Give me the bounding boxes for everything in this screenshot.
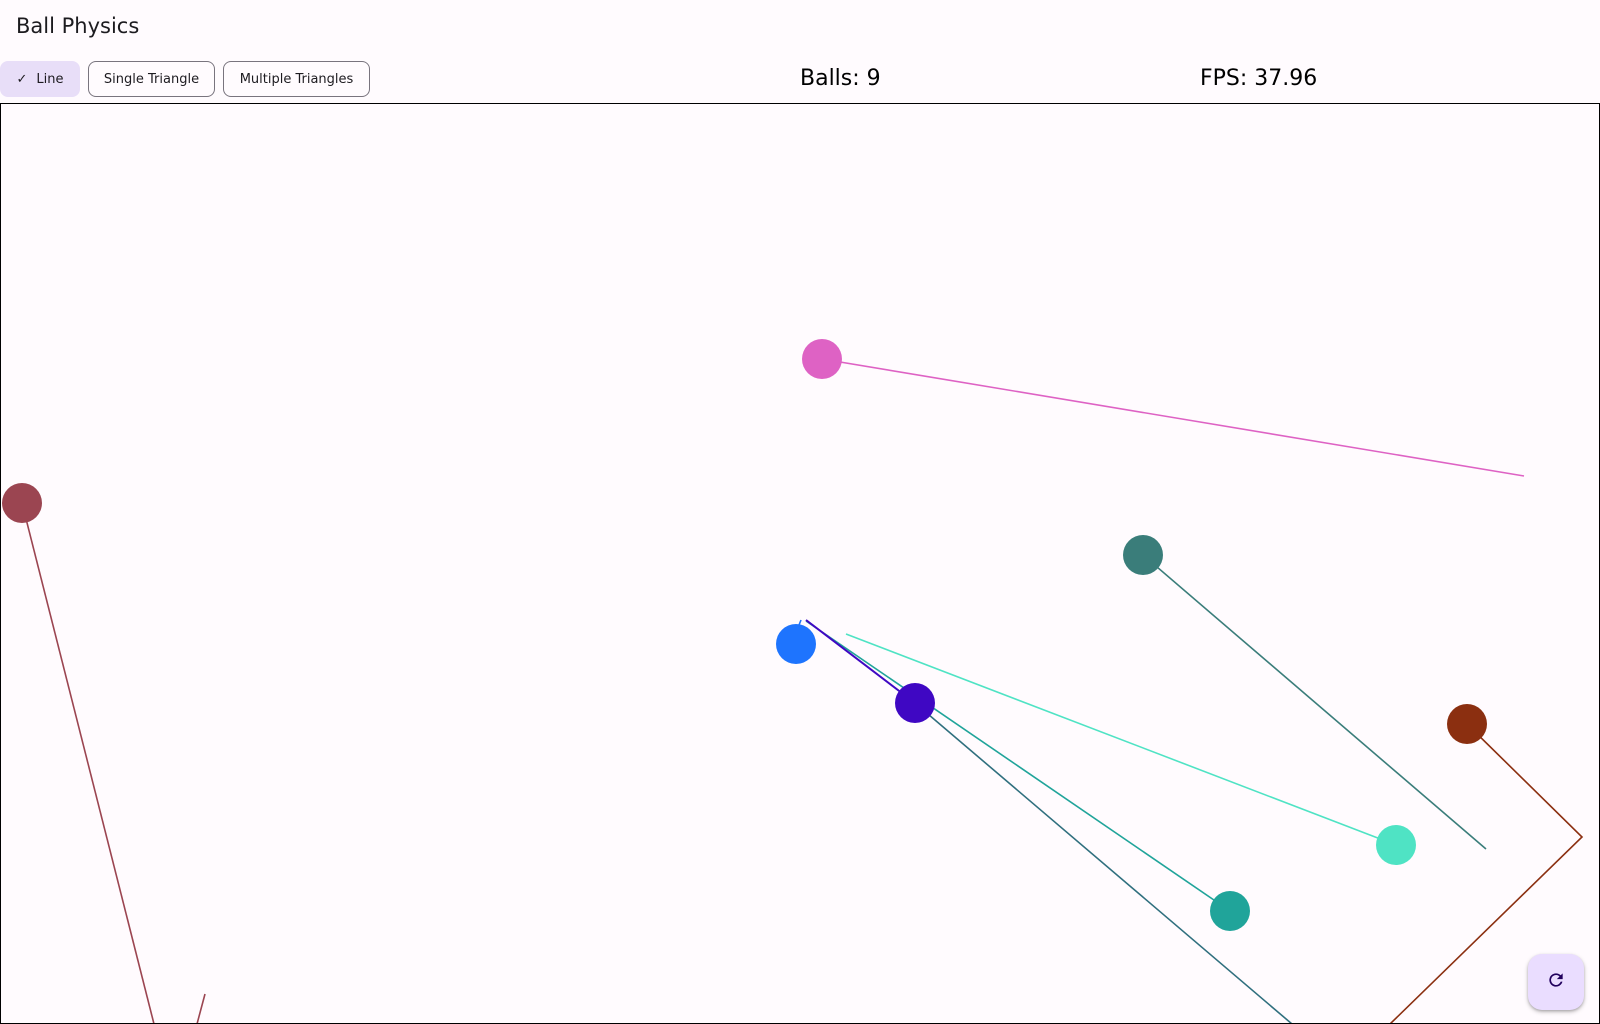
physics-canvas[interactable] [0,103,1600,1024]
app-title: Ball Physics [16,14,140,38]
teal-ball [1210,891,1250,931]
maroon-ball-trail [21,502,155,1023]
single-triangle-chip-label: Single Triangle [103,71,200,87]
aqua-ball-trail [845,633,1397,846]
ball-count: Balls: 9 [800,66,881,91]
teal-ball-trail [805,620,1231,912]
indigo-ball [895,683,935,723]
maroon-ball-trail-segment [196,993,206,1023]
line-chip-label: Line [36,71,64,87]
fps-counter: FPS: 37.96 [1200,66,1318,91]
refresh-icon [1546,970,1566,995]
slate-teal-ball-trail [1142,554,1487,850]
reset-fab[interactable] [1528,954,1584,1010]
maroon-ball [2,483,42,523]
check-icon: ✓ [16,71,28,87]
pink-ball [802,339,842,379]
multiple-triangles-chip-label: Multiple Triangles [239,71,354,87]
blue-ball [776,624,816,664]
brown-ball [1447,704,1487,744]
line-chip[interactable]: ✓ Line [0,61,80,97]
indigo-ball-trail [805,619,916,704]
slate-teal-ball [1123,535,1163,575]
multiple-triangles-chip[interactable]: Multiple Triangles [223,61,370,97]
physics-drawing [2,339,1584,1023]
hidden-ball-trail [914,702,1293,1023]
aqua-ball [1376,825,1416,865]
blue-ball-trail [798,619,802,626]
app-bar: Ball Physics [0,0,1600,56]
pink-ball-trail [821,358,1525,477]
single-triangle-chip[interactable]: Single Triangle [88,61,215,97]
